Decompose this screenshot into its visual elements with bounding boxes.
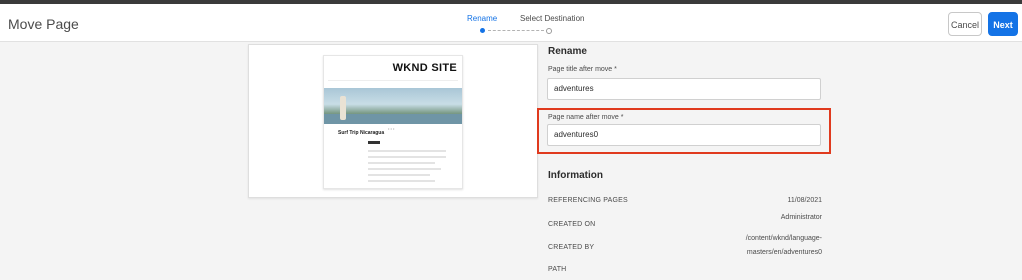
page-name-label: Page name after move * [548, 114, 624, 121]
page-name-input[interactable]: adventures0 [547, 124, 821, 146]
cancel-button[interactable]: Cancel [948, 12, 982, 36]
page-preview-card: WKND SITE • • • Surf Trip Nicaragua [248, 44, 538, 198]
hero-image [324, 88, 462, 124]
step-rename-indicator [480, 28, 485, 33]
site-logo: WKND SITE [392, 62, 457, 74]
page-thumbnail: WKND SITE • • • Surf Trip Nicaragua [323, 55, 463, 189]
thumbnail-nav-divider [328, 80, 458, 81]
next-button[interactable]: Next [988, 12, 1018, 36]
info-value-created-on: Administrator [780, 214, 822, 221]
page-title: Move Page [8, 16, 79, 32]
step-rename[interactable]: Rename [467, 14, 497, 23]
thumbnail-text-lines [338, 140, 450, 186]
page-title-label: Page title after move * [548, 66, 617, 73]
rename-section-title: Rename [548, 46, 587, 57]
info-key-created-by: CREATED BY [548, 244, 595, 251]
hero-surfer [340, 96, 346, 120]
wizard-steps: Rename Select Destination [450, 14, 600, 38]
page-title-input[interactable]: adventures [547, 78, 821, 100]
info-key-created-on: CREATED ON [548, 221, 596, 228]
dialog-header: Move Page Rename Select Destination Canc… [0, 4, 1022, 42]
step-connector [488, 30, 544, 31]
info-key-path: PATH [548, 266, 567, 273]
info-key-referencing-pages: REFERENCING PAGES [548, 197, 628, 204]
thumbnail-heading: Surf Trip Nicaragua [338, 130, 385, 136]
step-select-destination-indicator [546, 28, 552, 34]
step-select-destination[interactable]: Select Destination [520, 14, 584, 23]
carousel-dots: • • • [388, 126, 395, 131]
info-value-created-by: /content/wknd/language-masters/en/advent… [745, 235, 822, 256]
information-section-title: Information [548, 170, 603, 181]
info-value-referencing-pages: 11/08/2021 [787, 197, 822, 204]
